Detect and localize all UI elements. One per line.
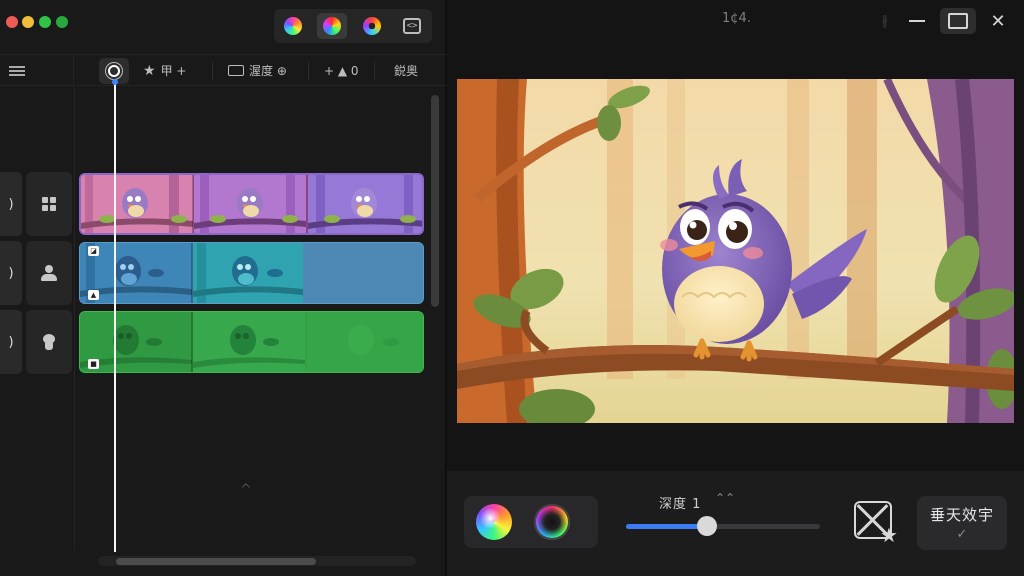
portrait-icon: [41, 334, 57, 350]
lens-selector: [464, 496, 598, 548]
apply-effect-button[interactable]: 垂天效宇 ✓: [917, 496, 1007, 550]
track-1-header[interactable]: [26, 172, 72, 236]
close-window-button[interactable]: [6, 16, 18, 28]
color-ring-icon: [363, 17, 381, 35]
zoom-window-button[interactable]: [39, 16, 51, 28]
clip-thumbnail: [193, 243, 303, 303]
playhead[interactable]: [114, 80, 116, 552]
magic-effect-button[interactable]: ★: [852, 499, 900, 547]
clip-color-grade[interactable]: [79, 173, 424, 235]
depth-label: 深度 1: [659, 497, 702, 512]
clip-thumbnail: [307, 312, 423, 372]
left-titlebar: <>: [0, 0, 446, 44]
clip-thumbnail: [193, 312, 305, 372]
fullscreen-window-button[interactable]: [56, 16, 68, 28]
star-icon: ★: [880, 523, 898, 547]
add-layer-tool-label: + ▲ 0: [324, 63, 359, 78]
depth-tool[interactable]: 渥度 ⊕: [228, 55, 287, 86]
minimize-window-button[interactable]: [22, 16, 34, 28]
track-1-collapse-handle[interactable]: ): [0, 172, 22, 236]
depth-slider-fill: [626, 524, 708, 529]
preview-title: 1¢4.: [722, 11, 751, 26]
apply-effect-label: 垂天效宇: [929, 506, 994, 524]
view-mode-toolbar: <>: [274, 9, 432, 43]
toolbar-divider: [212, 61, 213, 80]
track-list-button[interactable]: [0, 55, 74, 86]
close-button[interactable]: ✕: [980, 8, 1016, 34]
color-ring-button[interactable]: [357, 13, 387, 39]
bird-thumbnail-icon: [194, 175, 306, 233]
timeline-toolbar: ★ 甲 + 渥度 ⊕ + ▲ 0 鋭奥: [0, 54, 446, 86]
person-icon: [41, 265, 57, 281]
favorite-tool-label: 甲 +: [160, 64, 187, 78]
code-icon: <>: [403, 18, 421, 34]
minimize-button[interactable]: [899, 8, 935, 34]
horizontal-scrollbar[interactable]: [116, 558, 316, 565]
close-icon: ✕: [990, 10, 1006, 32]
add-layer-tool[interactable]: + ▲ 0: [324, 55, 359, 86]
bird-thumbnail-icon: [193, 312, 305, 372]
sun-icon: [108, 65, 120, 77]
color-wheel-button[interactable]: [317, 13, 347, 39]
spectrum-lens-icon[interactable]: [534, 504, 570, 540]
clip-lock-badge: ▲: [88, 290, 99, 300]
preview-canvas[interactable]: [457, 79, 1014, 423]
film-icon: [228, 65, 244, 76]
check-icon: ✓: [956, 527, 968, 542]
chevron-up-icon[interactable]: ^: [240, 482, 252, 498]
bird-thumbnail-icon: [307, 312, 423, 372]
track-1-handle-label: ): [8, 196, 14, 212]
track-gutter-divider: [74, 87, 75, 551]
track-3-header[interactable]: [26, 310, 72, 374]
sharpen-tool-label: 鋭奥: [394, 64, 419, 78]
favorite-tool[interactable]: ★ 甲 +: [143, 55, 186, 86]
depth-slider-thumb[interactable]: [697, 516, 718, 536]
color-flower-icon: [284, 17, 302, 35]
color-filter-button[interactable]: [278, 13, 308, 39]
grid-icon: [42, 197, 56, 211]
code-view-button[interactable]: <>: [397, 13, 427, 39]
bird-thumbnail-icon: [308, 175, 422, 233]
clip-type-badge: ◪: [88, 246, 99, 256]
star-icon: ★: [143, 62, 156, 79]
preview-panel: 1¢4. ∦ ✕ 深度 1 ⌃⌃ ★ 垂天效宇 ✓: [447, 0, 1024, 576]
depth-tool-label: 渥度 ⊕: [249, 64, 287, 78]
timeline-panel: <> ★ 甲 + 渥度 ⊕ + ▲ 0 鋭奥 ))) ◪ ▲ ■ ^: [0, 0, 446, 576]
track-3-handle-label: ): [8, 334, 14, 350]
clip-mask-badge: ■: [88, 359, 99, 369]
toolbar-divider: [308, 61, 309, 80]
pin-button[interactable]: ∦: [867, 8, 903, 34]
vertical-scrollbar[interactable]: [431, 95, 439, 307]
track-2-header[interactable]: [26, 241, 72, 305]
list-icon: [9, 69, 25, 72]
bird-thumbnail-icon: [193, 243, 303, 303]
effects-control-bar: 深度 1 ⌃⌃ ★ 垂天效宇 ✓: [447, 471, 1024, 576]
clip-mask[interactable]: ■: [79, 311, 424, 373]
bird-thumbnail-icon: [81, 175, 193, 233]
clip-thumbnail: [194, 175, 306, 233]
color-wheel-icon: [323, 17, 341, 35]
depth-slider[interactable]: [626, 516, 820, 536]
chevron-up-icon[interactable]: ⌃⌃: [715, 491, 735, 505]
clip-thumbnail: [81, 175, 193, 233]
playhead-marker[interactable]: [112, 79, 118, 85]
maximize-button[interactable]: [940, 8, 976, 34]
bird-scene-image: [457, 79, 1014, 423]
pin-icon: ∦: [881, 13, 889, 29]
sharpen-tool[interactable]: 鋭奥: [394, 55, 418, 86]
track-3-collapse-handle[interactable]: ): [0, 310, 22, 374]
toolbar-divider: [374, 61, 375, 80]
clip-thumbnail: [308, 175, 422, 233]
track-2-collapse-handle[interactable]: ): [0, 241, 22, 305]
track-2-handle-label: ): [8, 265, 14, 281]
clip-depth-map[interactable]: ◪ ▲: [79, 242, 424, 304]
prism-lens-icon[interactable]: [476, 504, 512, 540]
